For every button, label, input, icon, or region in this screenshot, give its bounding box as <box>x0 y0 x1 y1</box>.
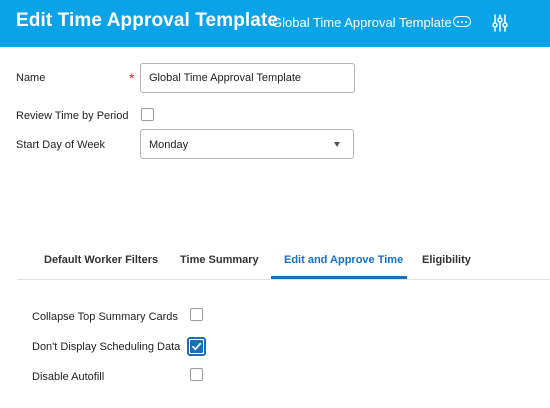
tab-time-summary[interactable]: Time Summary <box>180 254 259 266</box>
settings-sliders-icon[interactable] <box>492 14 508 32</box>
dropdown-arrow-icon <box>334 142 340 147</box>
header-bar: Edit Time Approval Template Global Time … <box>0 0 550 47</box>
tab-eligibility[interactable]: Eligibility <box>422 254 471 266</box>
tab-default-worker-filters[interactable]: Default Worker Filters <box>44 254 158 266</box>
scheduling-data-label: Don't Display Scheduling Data <box>32 341 181 353</box>
tabs-divider <box>17 279 550 280</box>
review-time-label: Review Time by Period <box>16 110 129 122</box>
checkmark-icon <box>192 342 202 351</box>
collapse-summary-checkbox[interactable] <box>190 308 203 321</box>
checkbox-fill <box>190 340 203 353</box>
page-title: Edit Time Approval Template <box>16 10 279 31</box>
name-label: Name <box>16 72 46 84</box>
tab-edit-and-approve-time[interactable]: Edit and Approve Time <box>284 254 403 266</box>
collapse-summary-label: Collapse Top Summary Cards <box>32 311 178 323</box>
required-marker: * <box>129 70 135 86</box>
disable-autofill-checkbox[interactable] <box>190 368 203 381</box>
name-input[interactable] <box>140 63 355 93</box>
ellipsis-icon[interactable] <box>453 16 471 27</box>
start-day-value: Monday <box>149 139 189 151</box>
review-time-checkbox[interactable] <box>141 108 154 121</box>
page-subtitle: Global Time Approval Template <box>272 15 452 30</box>
start-day-label: Start Day of Week <box>16 139 106 151</box>
active-tab-indicator <box>271 276 407 279</box>
scheduling-data-checkbox[interactable] <box>187 337 206 356</box>
disable-autofill-label: Disable Autofill <box>32 371 105 383</box>
start-day-select[interactable]: Monday <box>140 129 354 159</box>
